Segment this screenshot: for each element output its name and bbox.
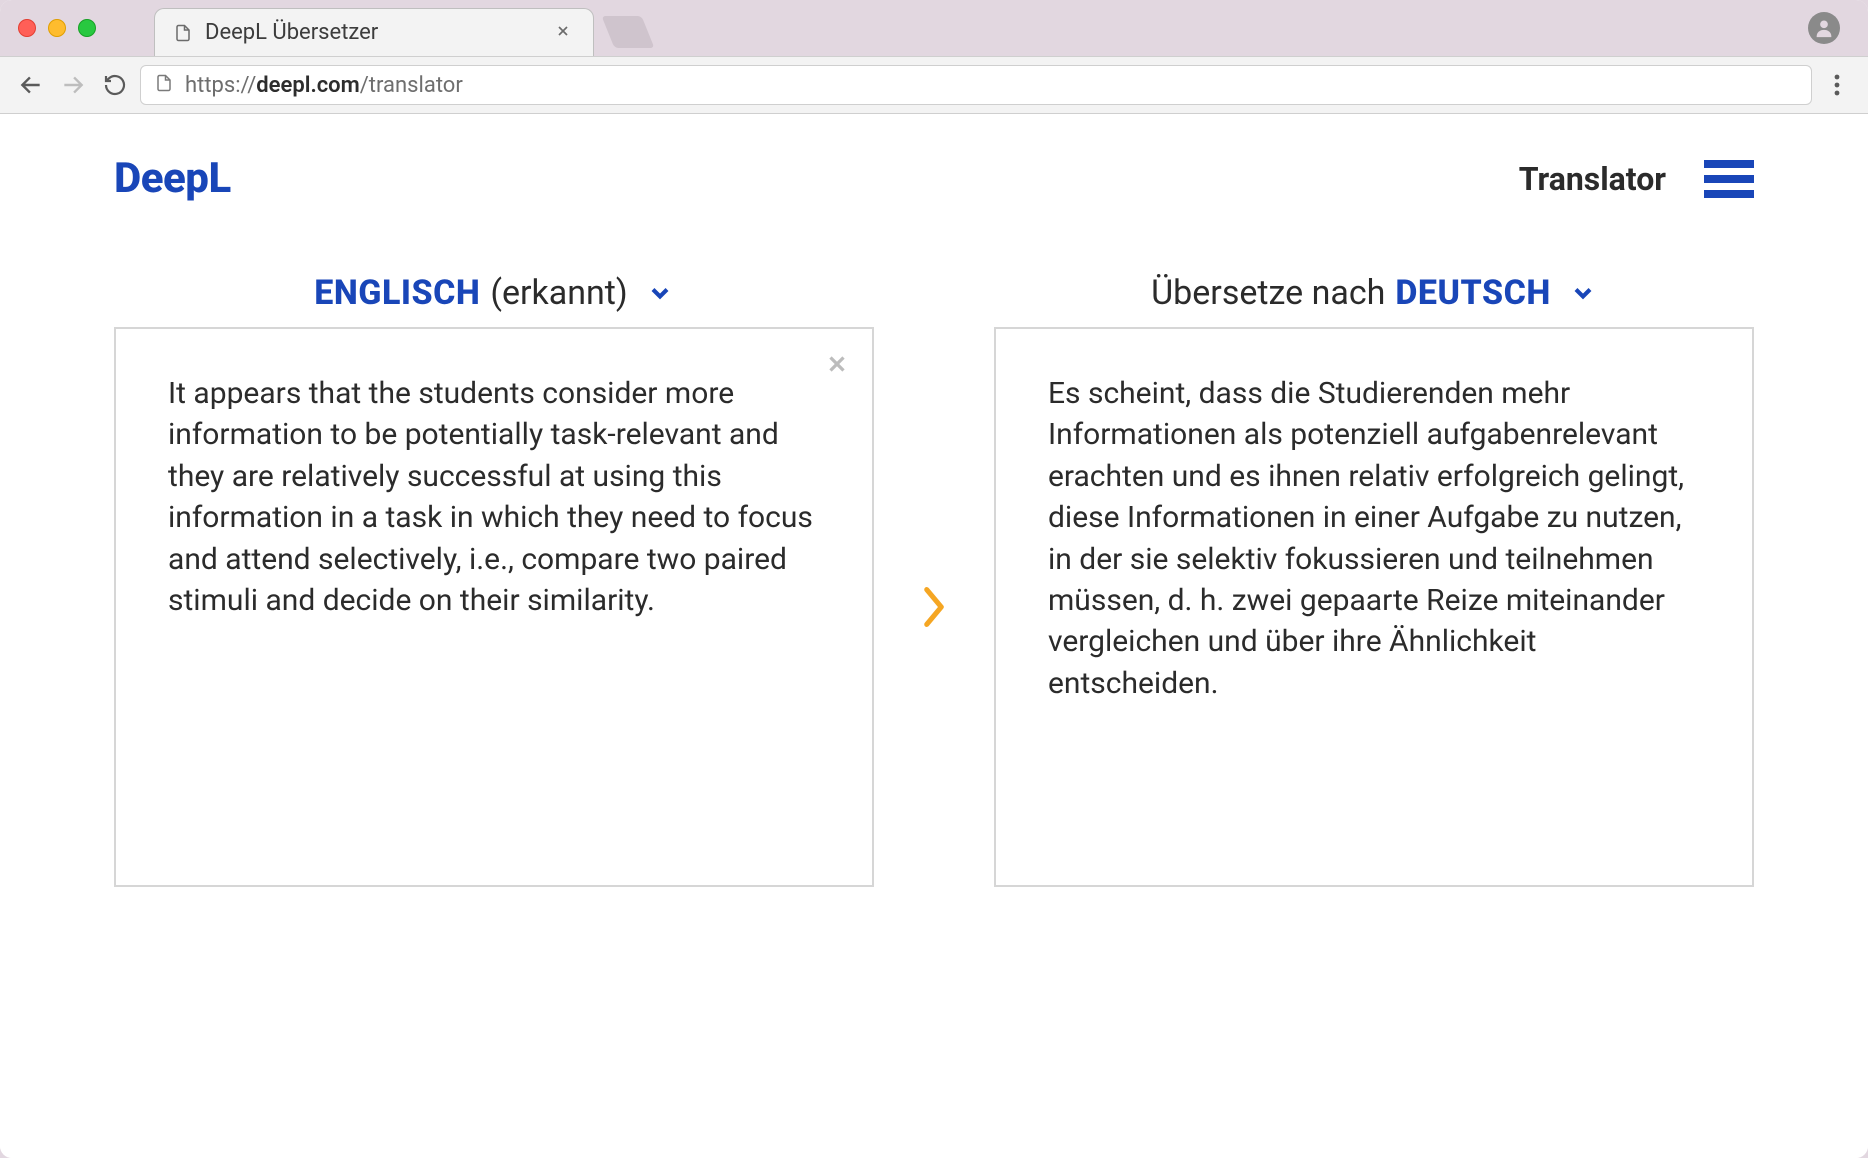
logo[interactable]: DeepL [114,154,231,203]
window-minimize-button[interactable] [48,19,66,37]
target-text: Es scheint, dass die Studierenden mehr I… [1048,373,1700,704]
source-language-selector[interactable]: ENGLISCH (erkannt) [114,273,874,313]
translation-panels: It appears that the students consider mo… [114,327,1754,887]
target-text-panel[interactable]: Es scheint, dass die Studierenden mehr I… [994,327,1754,887]
window-close-button[interactable] [18,19,36,37]
url-text: https://deepl.com/translator [185,73,463,98]
page-header: DeepL Translator [114,154,1754,273]
target-language-label: DEUTSCH [1395,273,1550,313]
source-detected-suffix: (erkannt) [490,273,627,313]
browser-toolbar: https://deepl.com/translator [0,56,1868,114]
translate-arrow-icon [874,327,994,887]
target-language-selector[interactable]: Übersetze nach DEUTSCH [994,273,1754,313]
page-viewport[interactable]: DeepL Translator ENGLISCH (erkannt) [0,114,1868,1158]
nav-translator[interactable]: Translator [1519,160,1666,198]
reload-button[interactable] [98,68,132,102]
window-zoom-button[interactable] [78,19,96,37]
forward-button[interactable] [56,68,90,102]
chevron-down-icon [646,279,674,307]
browser-menu-button[interactable] [1820,68,1854,102]
source-text-panel[interactable]: It appears that the students consider mo… [114,327,874,887]
language-bar: ENGLISCH (erkannt) Übersetze nach DEUTSC… [114,273,1754,313]
source-text[interactable]: It appears that the students consider mo… [168,373,820,621]
tab-favicon-icon [173,23,193,43]
tab-title: DeepL Übersetzer [205,20,539,45]
page-info-icon[interactable] [155,73,173,98]
target-prefix: Übersetze nach [1151,273,1385,313]
address-bar[interactable]: https://deepl.com/translator [140,65,1812,105]
source-language-label: ENGLISCH [314,273,480,313]
browser-tabstrip: DeepL Übersetzer [0,0,1868,56]
chevron-down-icon [1569,279,1597,307]
url-path: /translator [360,73,463,98]
menu-icon[interactable] [1704,160,1754,198]
back-button[interactable] [14,68,48,102]
new-tab-button[interactable] [602,16,655,48]
window-controls [0,0,114,56]
url-protocol: https:// [185,73,256,98]
profile-avatar-icon[interactable] [1808,12,1840,44]
clear-source-button[interactable] [824,347,850,388]
browser-tab[interactable]: DeepL Übersetzer [154,8,594,56]
url-host: deepl.com [256,73,359,98]
tab-close-button[interactable] [551,16,575,49]
